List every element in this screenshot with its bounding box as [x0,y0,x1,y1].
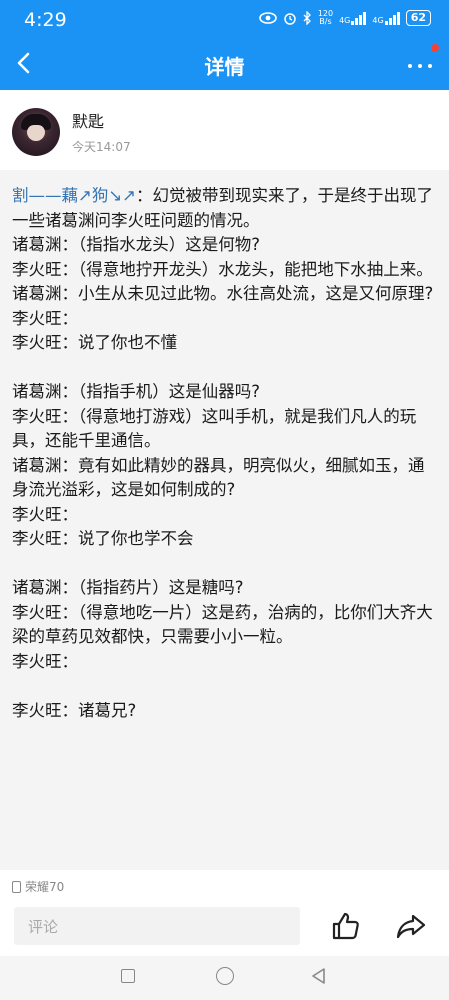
signal-1-label: 4G [339,16,351,25]
app-bar: 详情 [0,40,449,90]
post-line: 李火旺：诸葛兄? [12,700,137,720]
share-arrow-icon [396,914,426,939]
post-line: 李火旺：说了你也不懂 [12,333,177,352]
system-nav-bar [0,956,449,1000]
device-name: 荣耀70 [25,880,65,894]
like-button[interactable] [330,910,362,942]
more-dot-icon [418,64,422,68]
home-button[interactable] [216,967,234,985]
eye-icon [259,12,277,24]
post-line [12,552,437,577]
post-date: 今天14:07 [72,140,131,154]
signal-bars-icon [384,11,400,25]
post-line: 李火旺：说了你也学不会 [12,529,194,548]
net-speed-unit: B/s [319,17,332,26]
post-body: 割——藕↗狗↘↗：幻觉被带到现实来了，于是终于出现了一些诸葛渊问李火旺问题的情况… [0,170,449,870]
avatar-face [27,125,45,141]
author-name[interactable]: 默匙 [72,108,104,132]
post-line: 诸葛渊：竟有如此精妙的器具，明亮似火，细腻如玉，通身流光溢彩，这是如何制成的? [12,455,425,500]
page-title: 详情 [204,55,245,79]
share-button[interactable] [395,910,427,942]
recents-button[interactable] [121,969,135,983]
post-line: 李火旺： [12,651,78,671]
notification-badge [431,44,439,52]
avatar[interactable] [12,108,60,156]
status-time: 4:29 [24,9,67,31]
triangle-back-icon [312,968,325,984]
bottom-bar: 评论 [0,898,449,956]
mentioned-nick[interactable]: 割——藕↗狗↘↗ [12,186,136,205]
post-line [12,674,437,699]
status-bar: 4:29 120 B/s 4G 4G 62 [0,0,449,40]
post-line: 李火旺：（得意地吃一片）这是药，治病的，比你们大齐大梁的草药见效都快，只需要小小… [12,602,433,647]
phone-icon [12,880,21,893]
post-line: 李火旺：（得意地拧开龙头）水龙头，能把地下水抽上来。 [12,259,433,279]
more-dot-icon [408,64,412,68]
post-line [12,356,437,381]
signal-bars-icon [351,11,367,25]
comment-input[interactable]: 评论 [14,907,300,945]
battery-indicator: 62 [405,10,431,26]
more-button[interactable] [403,54,437,78]
post-line: 诸葛渊：（指指药片）这是糖吗? [12,578,244,597]
post-line: 诸葛渊：小生从未见过此物。水往高处流，这是又何原理? [12,284,434,303]
more-dot-icon [428,64,432,68]
post-line: 李火旺：（得意地打游戏）这叫手机，就是我们凡人的玩具，还能千里通信。 [12,406,417,451]
signal-2-label: 4G [372,16,384,25]
thumbs-up-icon [332,912,359,940]
device-label: 荣耀70 [12,878,64,895]
status-icons: 120 B/s 4G 4G 62 [259,10,431,26]
signal-1: 4G [339,11,367,25]
post-content: 割——藕↗狗↘↗：幻觉被带到现实来了，于是终于出现了一些诸葛渊问李火旺问题的情况… [12,184,437,723]
post-lines: 诸葛渊：（指指水龙头）这是何物? 李火旺：（得意地拧开龙头）水龙头，能把地下水抽上… [12,233,437,723]
author-header: 默匙 今天14:07 [0,90,449,170]
post-line: 诸葛渊：（指指手机）这是仙器吗? [12,382,261,401]
post-line: 李火旺： [12,308,78,328]
alarm-icon [284,13,296,25]
chevron-left-icon [17,52,30,74]
bluetooth-icon [303,11,311,25]
post-line: 李火旺： [12,504,78,524]
nav-back-button[interactable] [310,967,328,985]
signal-2: 4G [372,11,400,25]
back-button[interactable] [10,48,40,78]
post-line: 诸葛渊：（指指水龙头）这是何物? [12,235,261,254]
net-speed: 120 B/s [318,10,333,26]
